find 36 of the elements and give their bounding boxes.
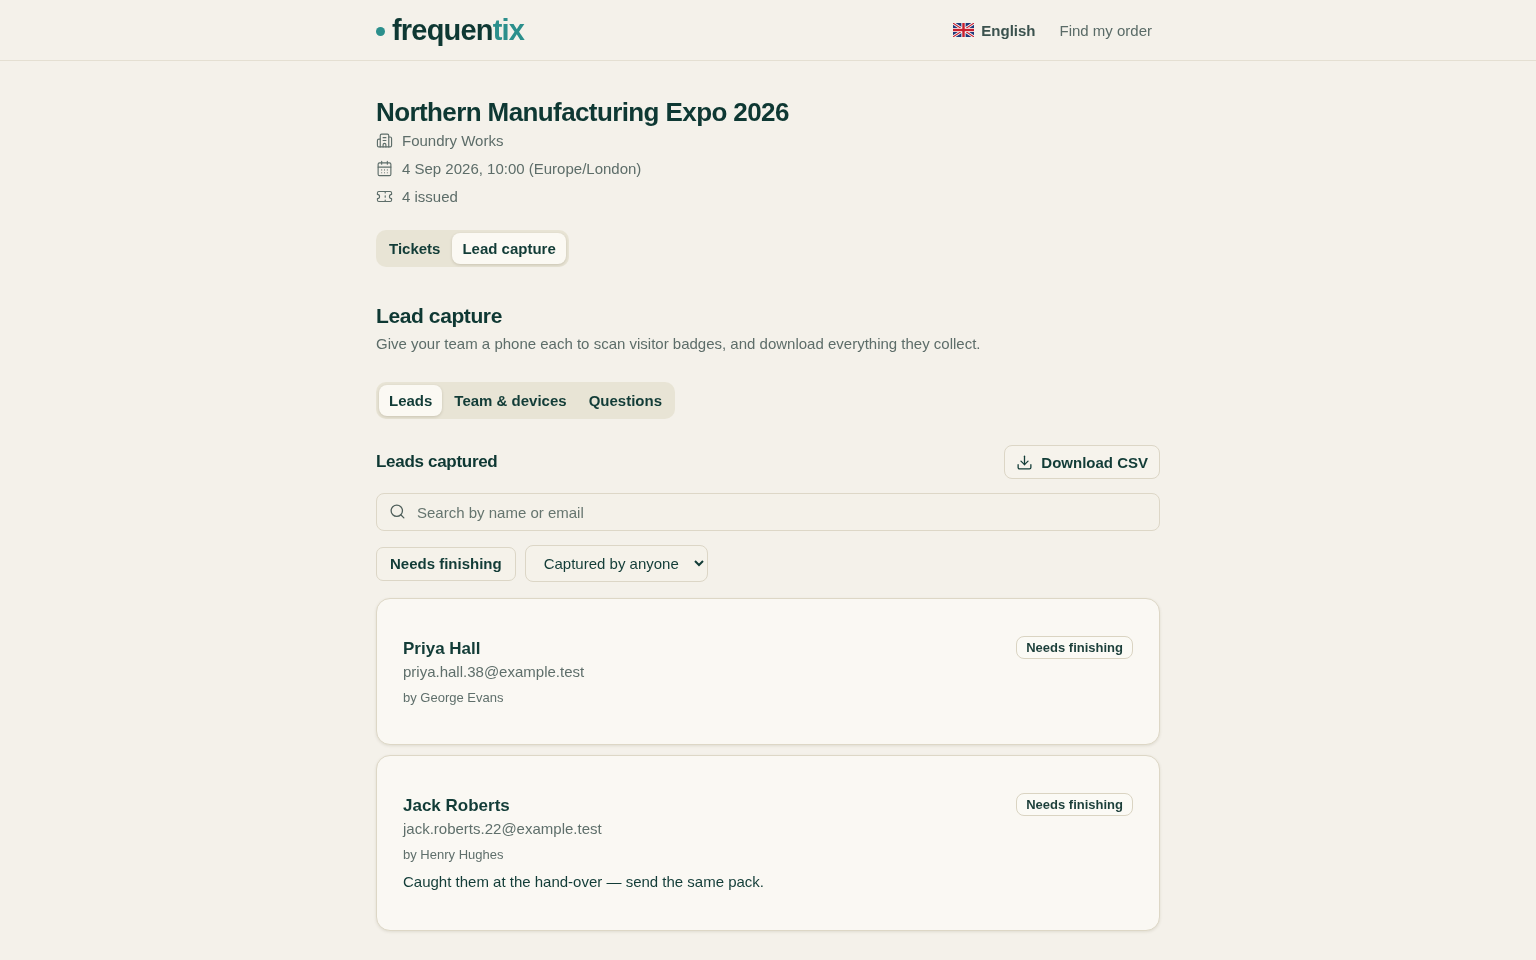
building-icon (376, 131, 393, 149)
find-order-link[interactable]: Find my order (1059, 21, 1152, 39)
tab[interactable]: Questions (578, 385, 672, 416)
download-icon (1016, 453, 1034, 471)
tab[interactable]: Tickets (379, 233, 451, 264)
lead-name: Jack Roberts (403, 795, 511, 817)
event-detail: 4 Sep 2026, 10:00 (Europe/London) (402, 159, 642, 177)
tab[interactable]: Team & devices (444, 385, 577, 416)
captured-by-select[interactable]: Captured by anyone (524, 545, 708, 582)
lead-captured-by: by Henry Hughes (403, 846, 505, 864)
event-title: Northern Manufacturing Expo 2026 (376, 97, 790, 127)
section-title: Lead capture (376, 303, 503, 329)
lead-card[interactable]: Priya Hall priya.hall.38@example.test by George Evans Needs finishing (376, 598, 1160, 745)
leads-title: Leads captured (376, 452, 498, 472)
event-detail: Foundry Works (402, 131, 504, 149)
calendar-icon (376, 159, 393, 177)
tab[interactable]: Lead capture (452, 233, 566, 264)
lead-card[interactable]: Jack Roberts jack.roberts.22@example.test by Henry Hughes Caught them at the hand-over — send the same pack. Needs finishing (376, 755, 1160, 931)
logo-dot-icon (376, 26, 385, 36)
search-icon (389, 503, 406, 520)
uk-flag-icon (953, 23, 975, 37)
lead-email: priya.hall.38@example.test (403, 662, 585, 682)
tab[interactable]: Leads (379, 385, 443, 416)
section-description: Give your team a phone each to scan visitor badges, and download everything they collect. (376, 334, 982, 354)
lead-captured-by: by George Evans (403, 689, 505, 707)
lead-email: jack.roberts.22@example.test (403, 819, 603, 839)
brand-wordmark: frequentix (392, 13, 525, 47)
language-button[interactable]: English (953, 21, 1036, 39)
search-field[interactable]: Search by name or email (376, 493, 1160, 531)
download-csv-button[interactable]: Download CSV (1004, 445, 1160, 479)
status-badge: Needs finishing (1016, 636, 1133, 659)
lead-note: Caught them at the hand-over — send the same pack. (403, 872, 765, 892)
event-detail: 4 issued (402, 187, 458, 205)
lead-name: Priya Hall (403, 638, 482, 660)
needs-finishing-filter[interactable]: Needs finishing (376, 546, 516, 581)
status-badge: Needs finishing (1016, 793, 1133, 816)
